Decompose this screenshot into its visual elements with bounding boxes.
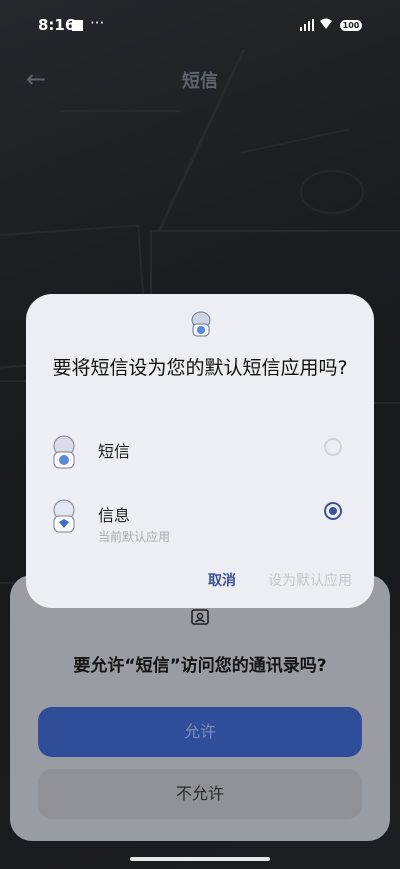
contacts-icon xyxy=(191,609,209,625)
option-sms[interactable]: 短信 xyxy=(26,426,374,482)
deny-button[interactable]: 不允许 xyxy=(38,769,362,819)
notification-icon xyxy=(72,20,83,31)
more-notifications-icon: ··· xyxy=(90,14,105,32)
option-label: 信息 xyxy=(98,506,131,525)
status-time: 8:16 xyxy=(38,16,76,34)
home-indicator[interactable] xyxy=(130,857,270,861)
messages-app-icon xyxy=(53,499,75,533)
option-messages[interactable]: 信息 当前默认应用 xyxy=(26,490,374,546)
option-subtitle: 当前默认应用 xyxy=(98,530,171,544)
app-bar: ← 短信 xyxy=(0,55,400,99)
page-title: 短信 xyxy=(182,71,218,92)
battery-icon: 100 xyxy=(340,20,362,31)
status-bar: 8:16 ··· 100 xyxy=(0,0,400,50)
sms-app-icon xyxy=(53,435,75,469)
allow-button[interactable]: 允许 xyxy=(38,707,362,757)
option-label: 短信 xyxy=(98,442,131,461)
radio-selected[interactable] xyxy=(324,502,342,520)
app-avatar-icon xyxy=(191,311,211,337)
cancel-button[interactable]: 取消 xyxy=(208,570,236,590)
default-sms-dialog: 要将短信设为您的默认短信应用吗? 短信 信息 当前默认应用 取消 设为默认应用 xyxy=(26,294,374,608)
set-default-button[interactable]: 设为默认应用 xyxy=(268,570,352,590)
signal-icon xyxy=(300,19,314,31)
radio-unselected[interactable] xyxy=(324,438,342,456)
wifi-icon xyxy=(320,18,332,29)
dialog-title: 要将短信设为您的默认短信应用吗? xyxy=(52,357,348,379)
permission-question: 要允许“短信”访问您的通讯录吗? xyxy=(73,656,327,676)
permission-sheet: 要允许“短信”访问您的通讯录吗? 允许 不允许 xyxy=(10,575,390,841)
